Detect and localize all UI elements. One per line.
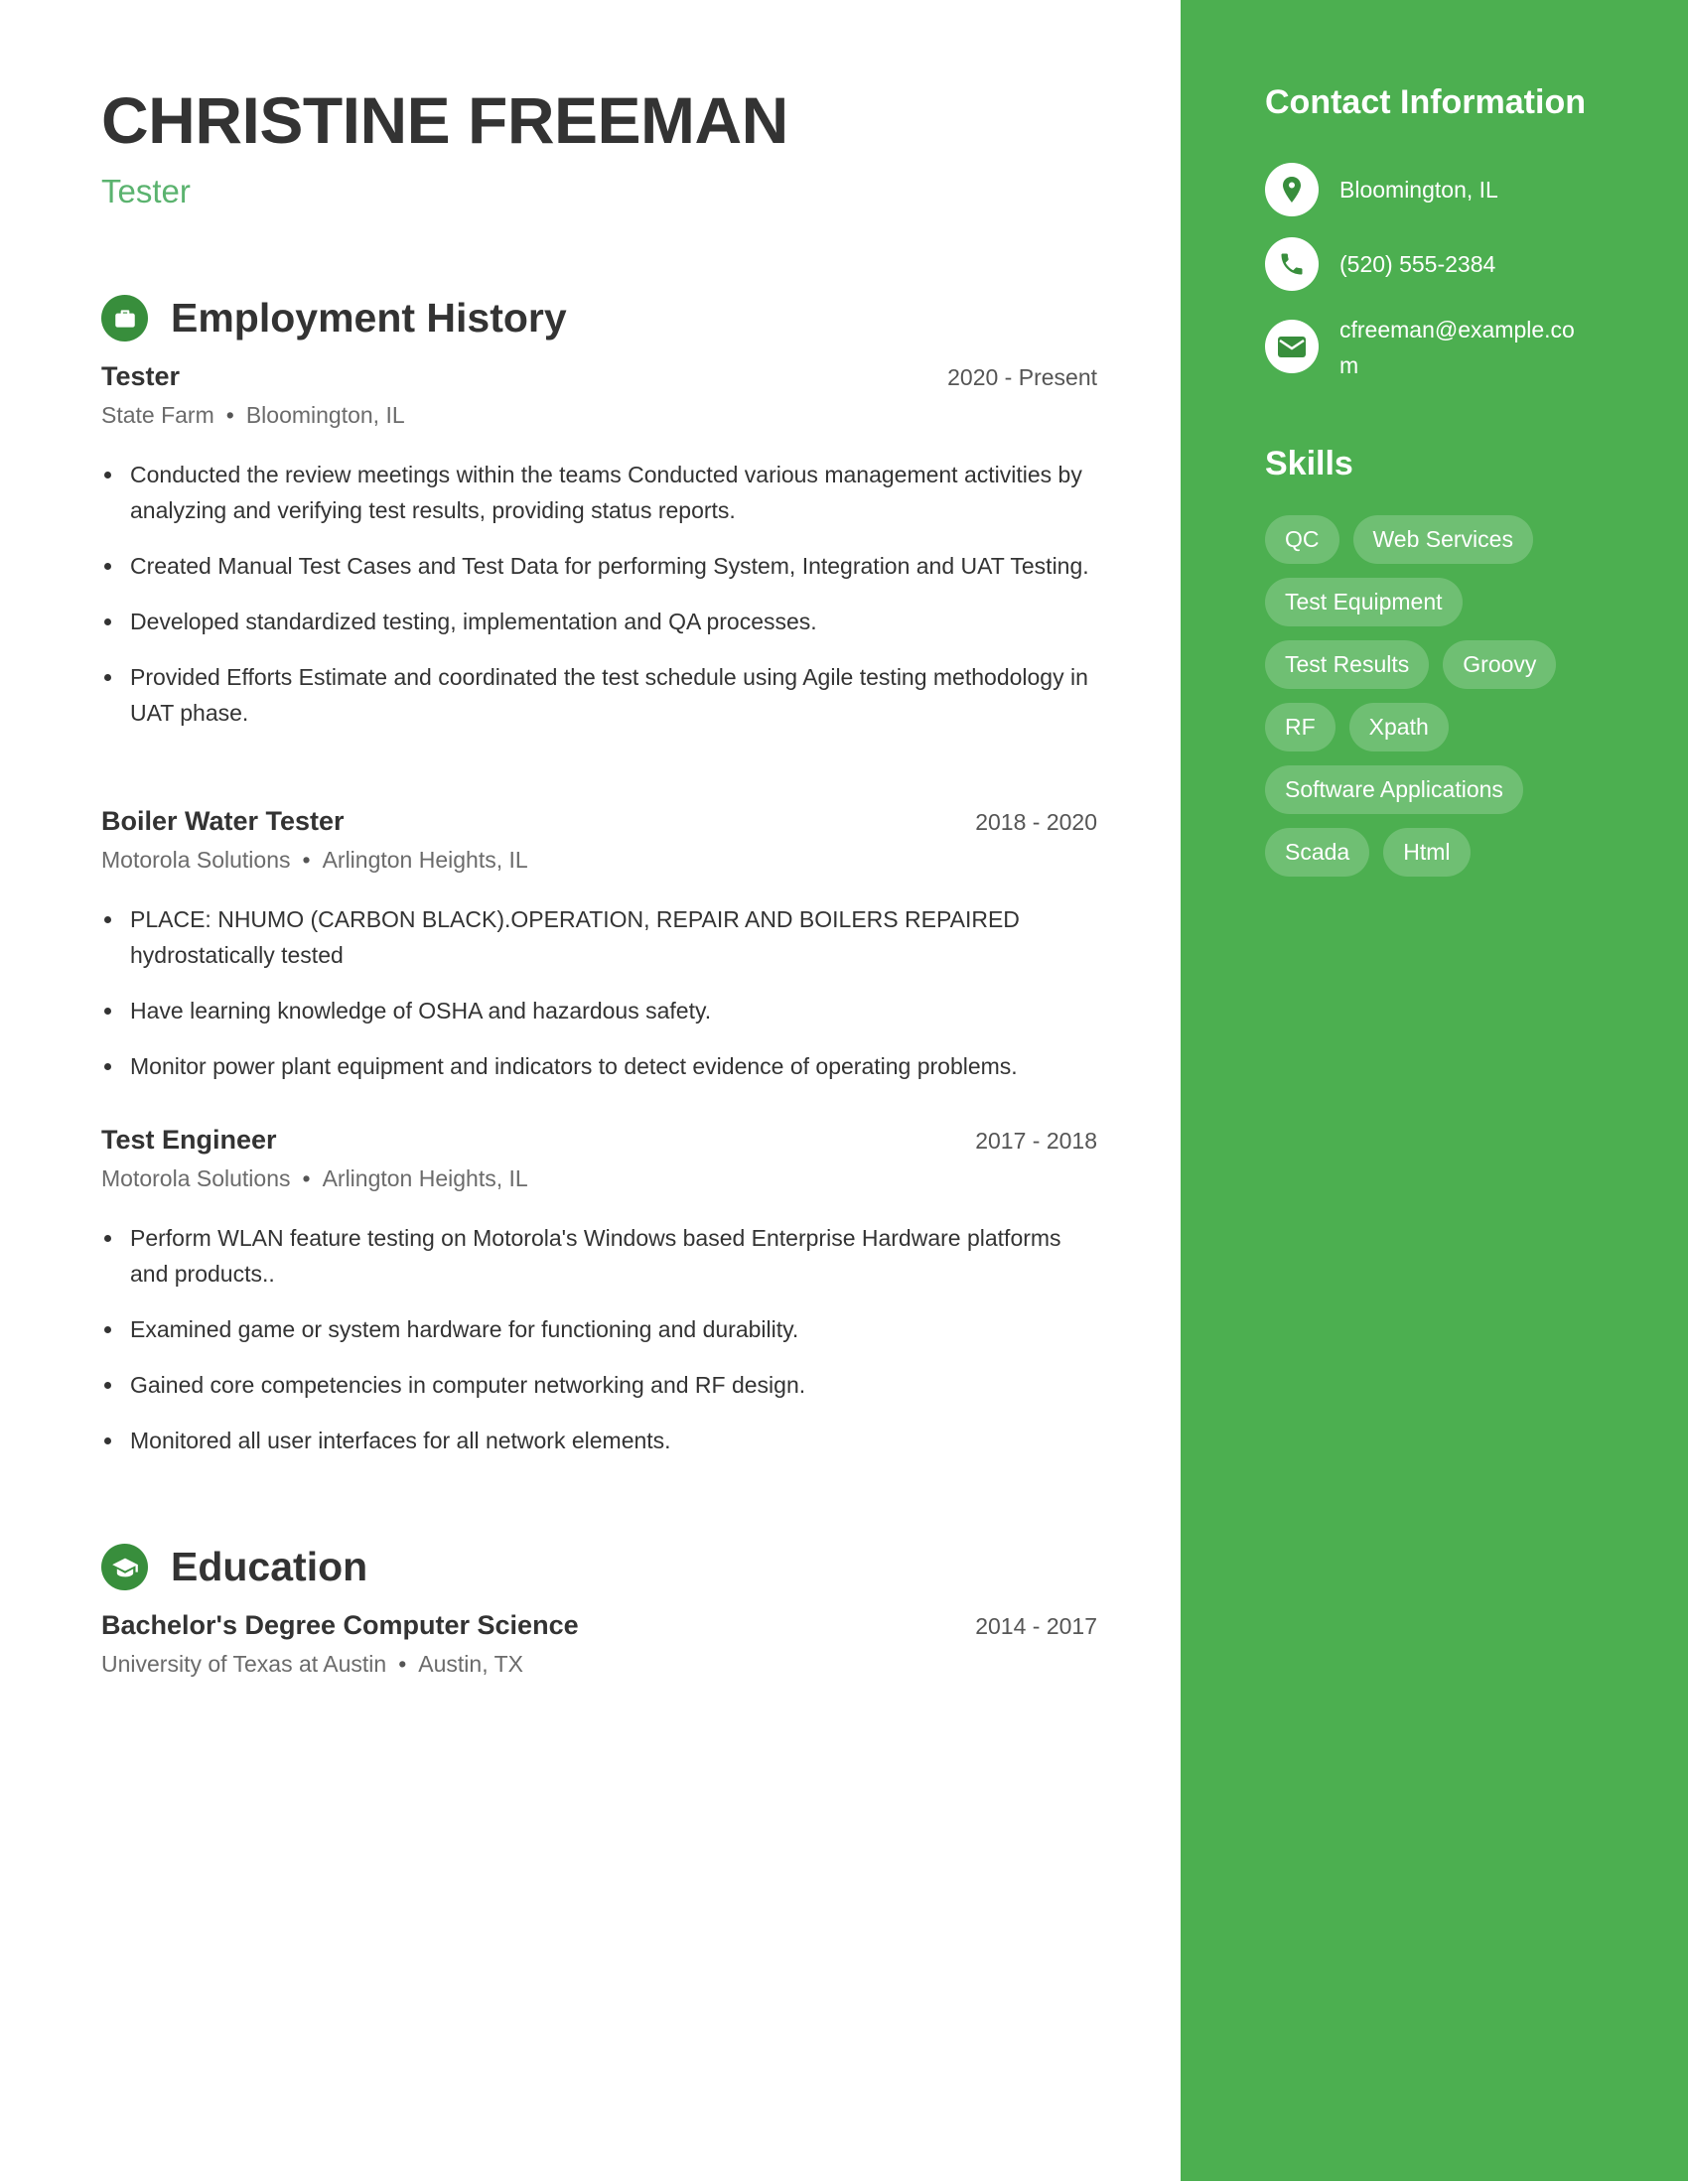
separator-dot: • bbox=[225, 402, 234, 428]
skills-heading: Skills bbox=[1265, 445, 1353, 482]
education-entry: Bachelor's Degree Computer Science 2014 … bbox=[101, 1610, 1097, 1678]
contact-heading: Contact Information bbox=[1265, 83, 1586, 121]
job-entry: Tester 2020 - Present State Farm • Bloomin… bbox=[101, 361, 1097, 751]
contact-email: cfreeman@example.com bbox=[1265, 312, 1590, 383]
education-degree: Bachelor's Degree Computer Science bbox=[101, 1610, 579, 1640]
skills-list: QC Web Services Test Equipment Test Resu… bbox=[1265, 515, 1603, 877]
job-company-location: Motorola Solutions • Arlington Heights, IL bbox=[101, 1165, 1097, 1192]
skill-tag: Groovy bbox=[1443, 640, 1557, 689]
bullet-item: Perform WLAN feature testing on Motorola… bbox=[101, 1220, 1097, 1292]
email-icon bbox=[1265, 320, 1319, 373]
job-dates: 2017 - 2018 bbox=[975, 1128, 1097, 1154]
employment-section-header: Employment History bbox=[101, 295, 567, 341]
bullet-item: Monitor power plant equipment and indica… bbox=[101, 1048, 1097, 1084]
bullet-item: Provided Efforts Estimate and coordinate… bbox=[101, 659, 1097, 731]
separator-dot: • bbox=[398, 1651, 407, 1677]
candidate-name: CHRISTINE FREEMAN bbox=[101, 83, 788, 157]
job-bullets: PLACE: NHUMO (CARBON BLACK).OPERATION, R… bbox=[101, 901, 1097, 1084]
skill-tag: Test Equipment bbox=[1265, 578, 1463, 626]
bullet-item: Created Manual Test Cases and Test Data … bbox=[101, 548, 1097, 584]
contact-phone: (520) 555-2384 bbox=[1265, 237, 1588, 291]
job-company-location: State Farm • Bloomington, IL bbox=[101, 402, 1097, 429]
education-location: Austin, TX bbox=[418, 1651, 523, 1677]
separator-dot: • bbox=[302, 847, 311, 873]
job-dates: 2018 - 2020 bbox=[975, 809, 1097, 835]
bullet-item: Monitored all user interfaces for all ne… bbox=[101, 1423, 1097, 1458]
bullet-item: PLACE: NHUMO (CARBON BLACK).OPERATION, R… bbox=[101, 901, 1097, 973]
job-entry: Test Engineer 2017 - 2018 Motorola Solut… bbox=[101, 1125, 1097, 1478]
job-role: Boiler Water Tester bbox=[101, 806, 345, 836]
job-entry: Boiler Water Tester 2018 - 2020 Motorola… bbox=[101, 806, 1097, 1104]
contact-location: Bloomington, IL bbox=[1265, 163, 1588, 216]
contact-location-text: Bloomington, IL bbox=[1339, 177, 1498, 203]
education-section-header: Education bbox=[101, 1544, 367, 1590]
candidate-title: Tester bbox=[101, 173, 191, 209]
education-heading: Education bbox=[171, 1544, 368, 1589]
skill-tag: QC bbox=[1265, 515, 1339, 564]
bullet-item: Developed standardized testing, implemen… bbox=[101, 604, 1097, 639]
job-role: Test Engineer bbox=[101, 1125, 277, 1155]
skill-tag: Software Applications bbox=[1265, 765, 1523, 814]
job-company: Motorola Solutions bbox=[101, 1165, 291, 1191]
skill-tag: Scada bbox=[1265, 828, 1370, 877]
contact-email-text[interactable]: cfreeman@example.com bbox=[1339, 312, 1590, 383]
bullet-item: Have learning knowledge of OSHA and haza… bbox=[101, 993, 1097, 1028]
bullet-item: Examined game or system hardware for fun… bbox=[101, 1311, 1097, 1347]
separator-dot: • bbox=[302, 1165, 311, 1191]
job-company-location: Motorola Solutions • Arlington Heights, IL bbox=[101, 847, 1097, 874]
education-dates: 2014 - 2017 bbox=[975, 1613, 1097, 1639]
job-bullets: Conducted the review meetings within the… bbox=[101, 457, 1097, 731]
bullet-item: Gained core competencies in computer net… bbox=[101, 1367, 1097, 1403]
contact-phone-text: (520) 555-2384 bbox=[1339, 251, 1496, 277]
skill-tag: RF bbox=[1265, 703, 1336, 751]
skill-tag: Xpath bbox=[1348, 703, 1449, 751]
job-company: State Farm bbox=[101, 402, 214, 428]
job-dates: 2020 - Present bbox=[947, 364, 1097, 390]
job-location: Bloomington, IL bbox=[245, 402, 405, 428]
sidebar: Contact Information Bloomington, IL (520… bbox=[1181, 0, 1688, 2181]
skill-tag: Html bbox=[1383, 828, 1471, 877]
bullet-item: Conducted the review meetings within the… bbox=[101, 457, 1097, 528]
location-pin-icon bbox=[1265, 163, 1319, 216]
skill-tag: Web Services bbox=[1352, 515, 1533, 564]
briefcase-icon bbox=[101, 295, 148, 341]
job-role: Tester bbox=[101, 361, 181, 391]
graduation-cap-icon bbox=[101, 1544, 148, 1590]
job-location: Arlington Heights, IL bbox=[322, 1165, 528, 1191]
employment-heading: Employment History bbox=[171, 295, 567, 341]
education-school: University of Texas at Austin bbox=[101, 1651, 387, 1677]
job-location: Arlington Heights, IL bbox=[322, 847, 528, 873]
skill-tag: Test Results bbox=[1265, 640, 1430, 689]
job-bullets: Perform WLAN feature testing on Motorola… bbox=[101, 1220, 1097, 1458]
phone-icon bbox=[1265, 237, 1319, 291]
job-company: Motorola Solutions bbox=[101, 847, 291, 873]
education-school-location: University of Texas at Austin • Austin, TX bbox=[101, 1651, 1097, 1678]
